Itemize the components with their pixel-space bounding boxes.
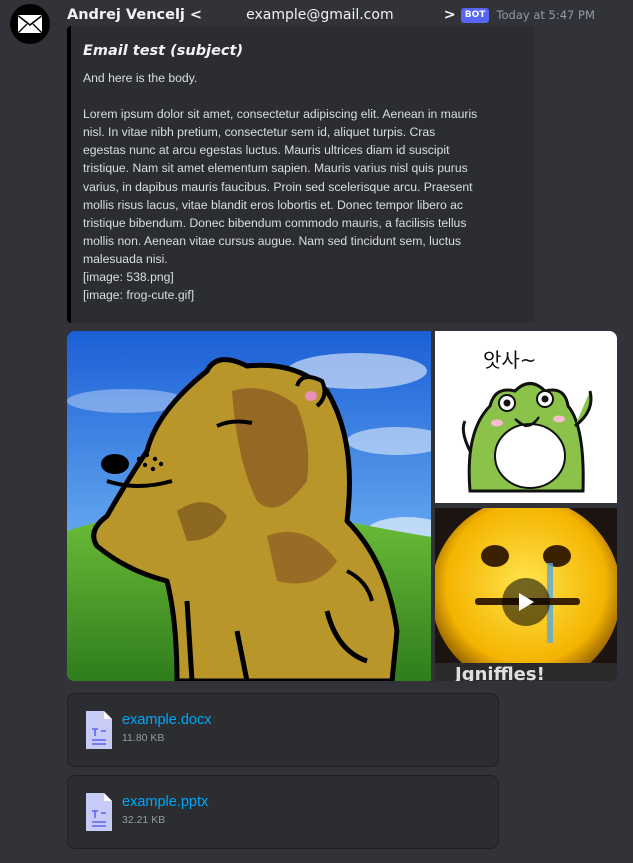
message: Andrej Vencelj < example@gmail.com > BOT… — [0, 0, 633, 863]
video-thumbnail[interactable]: Jgniffles! — [435, 508, 617, 681]
file-attachment[interactable]: example.pptx 32.21 KB — [67, 775, 499, 849]
author-email[interactable]: example@gmail.com — [246, 7, 394, 23]
file-size: 11.80 KB — [122, 732, 165, 744]
author-name[interactable]: Andrej Vencelj < — [67, 7, 202, 23]
video-caption: Jgniffles! — [453, 664, 545, 681]
text-file-icon — [86, 711, 112, 749]
file-name-link[interactable]: example.pptx — [122, 794, 208, 810]
frog-illustration: 앗사~ — [435, 331, 617, 503]
file-attachment[interactable]: example.docx 11.80 KB — [67, 693, 499, 767]
frog-caption: 앗사~ — [483, 348, 537, 372]
message-header: Andrej Vencelj < example@gmail.com > BOT… — [67, 4, 595, 26]
bot-badge: BOT — [460, 7, 490, 23]
author-suffix: > — [443, 7, 456, 23]
play-button[interactable] — [502, 578, 550, 626]
dog-image[interactable] — [67, 331, 431, 681]
envelope-icon — [18, 15, 42, 33]
avatar[interactable] — [10, 4, 50, 44]
email-embed: Email test (subject) And here is the bod… — [67, 26, 535, 323]
frog-image[interactable]: 앗사~ — [435, 331, 617, 503]
file-name-link[interactable]: example.docx — [122, 712, 211, 728]
file-size: 32.21 KB — [122, 814, 166, 826]
play-icon — [519, 593, 534, 611]
embed-title: Email test (subject) — [83, 43, 244, 59]
image-gallery: 앗사~ Jgniffles! — [67, 331, 617, 681]
text-file-icon — [86, 793, 112, 831]
embed-body: And here is the body. Lorem ipsum dolor … — [83, 71, 478, 303]
dog-illustration — [67, 331, 431, 681]
timestamp[interactable]: Today at 5:47 PM — [496, 8, 594, 22]
